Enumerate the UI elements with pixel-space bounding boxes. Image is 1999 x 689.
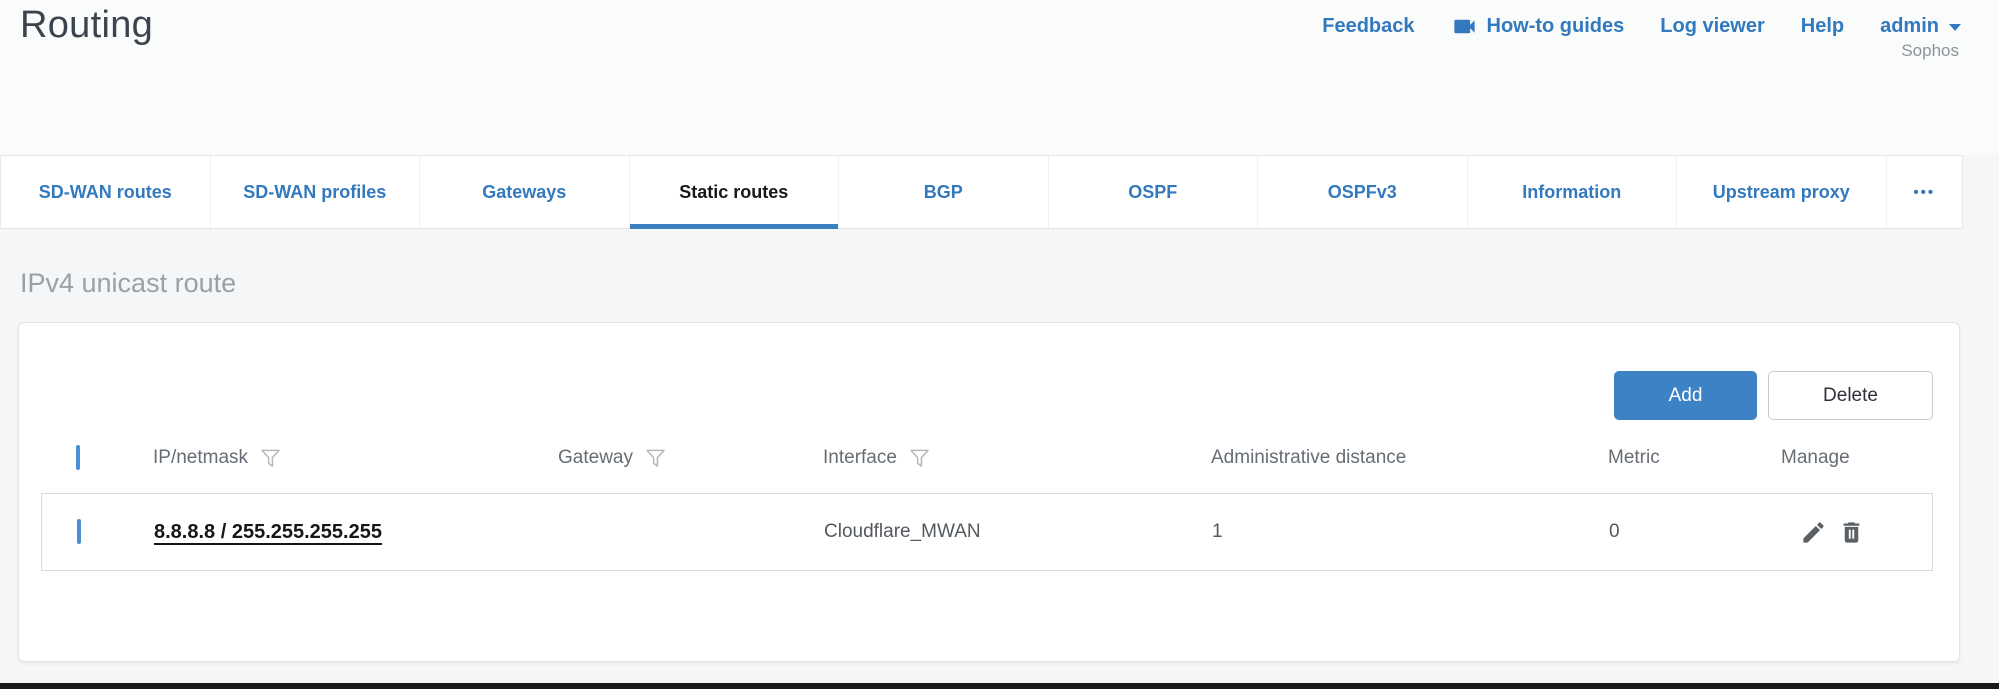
filter-icon[interactable]	[645, 448, 666, 469]
tab-bar: SD-WAN routes SD-WAN profiles Gateways S…	[0, 155, 1963, 229]
routes-panel: Add Delete IP/netmask Gateway Interface	[18, 322, 1960, 662]
tab-upstream-proxy[interactable]: Upstream proxy	[1677, 156, 1887, 228]
column-header-interface: Interface	[823, 447, 1211, 469]
log-viewer-link[interactable]: Log viewer	[1660, 15, 1764, 38]
column-header-metric: Metric	[1608, 447, 1781, 469]
how-to-guides-link[interactable]: How-to guides	[1451, 13, 1625, 40]
ip-netmask-link[interactable]: 8.8.8.8 / 255.255.255.255	[154, 521, 382, 544]
admin-distance-cell: 1	[1212, 521, 1609, 543]
tab-static-routes[interactable]: Static routes	[630, 156, 840, 228]
table-row: 8.8.8.8 / 255.255.255.255 Cloudflare_MWA…	[41, 493, 1933, 571]
video-camera-icon	[1451, 13, 1478, 40]
tab-ospfv3[interactable]: OSPFv3	[1258, 156, 1468, 228]
brand-label: Sophos	[1901, 41, 1959, 61]
column-header-gateway: Gateway	[558, 447, 823, 469]
help-link[interactable]: Help	[1801, 15, 1844, 38]
edit-icon[interactable]	[1800, 519, 1827, 546]
page-title: Routing	[20, 4, 153, 47]
manage-header-label: Manage	[1781, 447, 1850, 469]
tab-sd-wan-routes[interactable]: SD-WAN routes	[1, 156, 211, 228]
feedback-link[interactable]: Feedback	[1322, 15, 1414, 38]
admin-distance-header-label: Administrative distance	[1211, 447, 1406, 469]
help-label: Help	[1801, 15, 1844, 38]
filter-icon[interactable]	[260, 448, 281, 469]
column-header-ip-netmask: IP/netmask	[153, 447, 558, 469]
gateway-header-label: Gateway	[558, 447, 633, 469]
metric-cell: 0	[1609, 521, 1782, 543]
column-header-manage: Manage	[1781, 447, 1933, 469]
filter-icon[interactable]	[909, 448, 930, 469]
table-header: IP/netmask Gateway Interface	[41, 436, 1933, 480]
tab-more-button[interactable]: •••	[1887, 156, 1963, 228]
tab-bgp[interactable]: BGP	[839, 156, 1049, 228]
toolbar: Add Delete	[1614, 371, 1933, 420]
metric-header-label: Metric	[1608, 447, 1660, 469]
feedback-link-label: Feedback	[1322, 15, 1414, 38]
user-menu-label: admin	[1880, 15, 1939, 38]
delete-icon[interactable]	[1838, 519, 1865, 546]
top-nav: Feedback How-to guides Log viewer Help a…	[1322, 13, 1962, 40]
section-title: IPv4 unicast route	[20, 268, 236, 299]
column-header-admin-distance: Administrative distance	[1211, 447, 1608, 469]
select-all-checkbox[interactable]	[76, 445, 80, 470]
tab-sd-wan-profiles[interactable]: SD-WAN profiles	[211, 156, 421, 228]
page-header: Routing Feedback How-to guides Log viewe…	[0, 0, 1999, 155]
log-viewer-label: Log viewer	[1660, 15, 1764, 38]
interface-cell: Cloudflare_MWAN	[824, 521, 1212, 543]
how-to-guides-label: How-to guides	[1487, 15, 1625, 38]
add-button[interactable]: Add	[1614, 371, 1757, 420]
chevron-down-icon	[1948, 22, 1962, 32]
row-checkbox[interactable]	[77, 519, 81, 544]
ip-netmask-header-label: IP/netmask	[153, 447, 248, 469]
manage-cell	[1782, 519, 1932, 546]
user-menu[interactable]: admin	[1880, 15, 1962, 38]
tab-ospf[interactable]: OSPF	[1049, 156, 1259, 228]
tab-information[interactable]: Information	[1468, 156, 1678, 228]
bottom-bar	[0, 683, 1999, 689]
interface-header-label: Interface	[823, 447, 897, 469]
tab-gateways[interactable]: Gateways	[420, 156, 630, 228]
delete-button[interactable]: Delete	[1768, 371, 1933, 420]
